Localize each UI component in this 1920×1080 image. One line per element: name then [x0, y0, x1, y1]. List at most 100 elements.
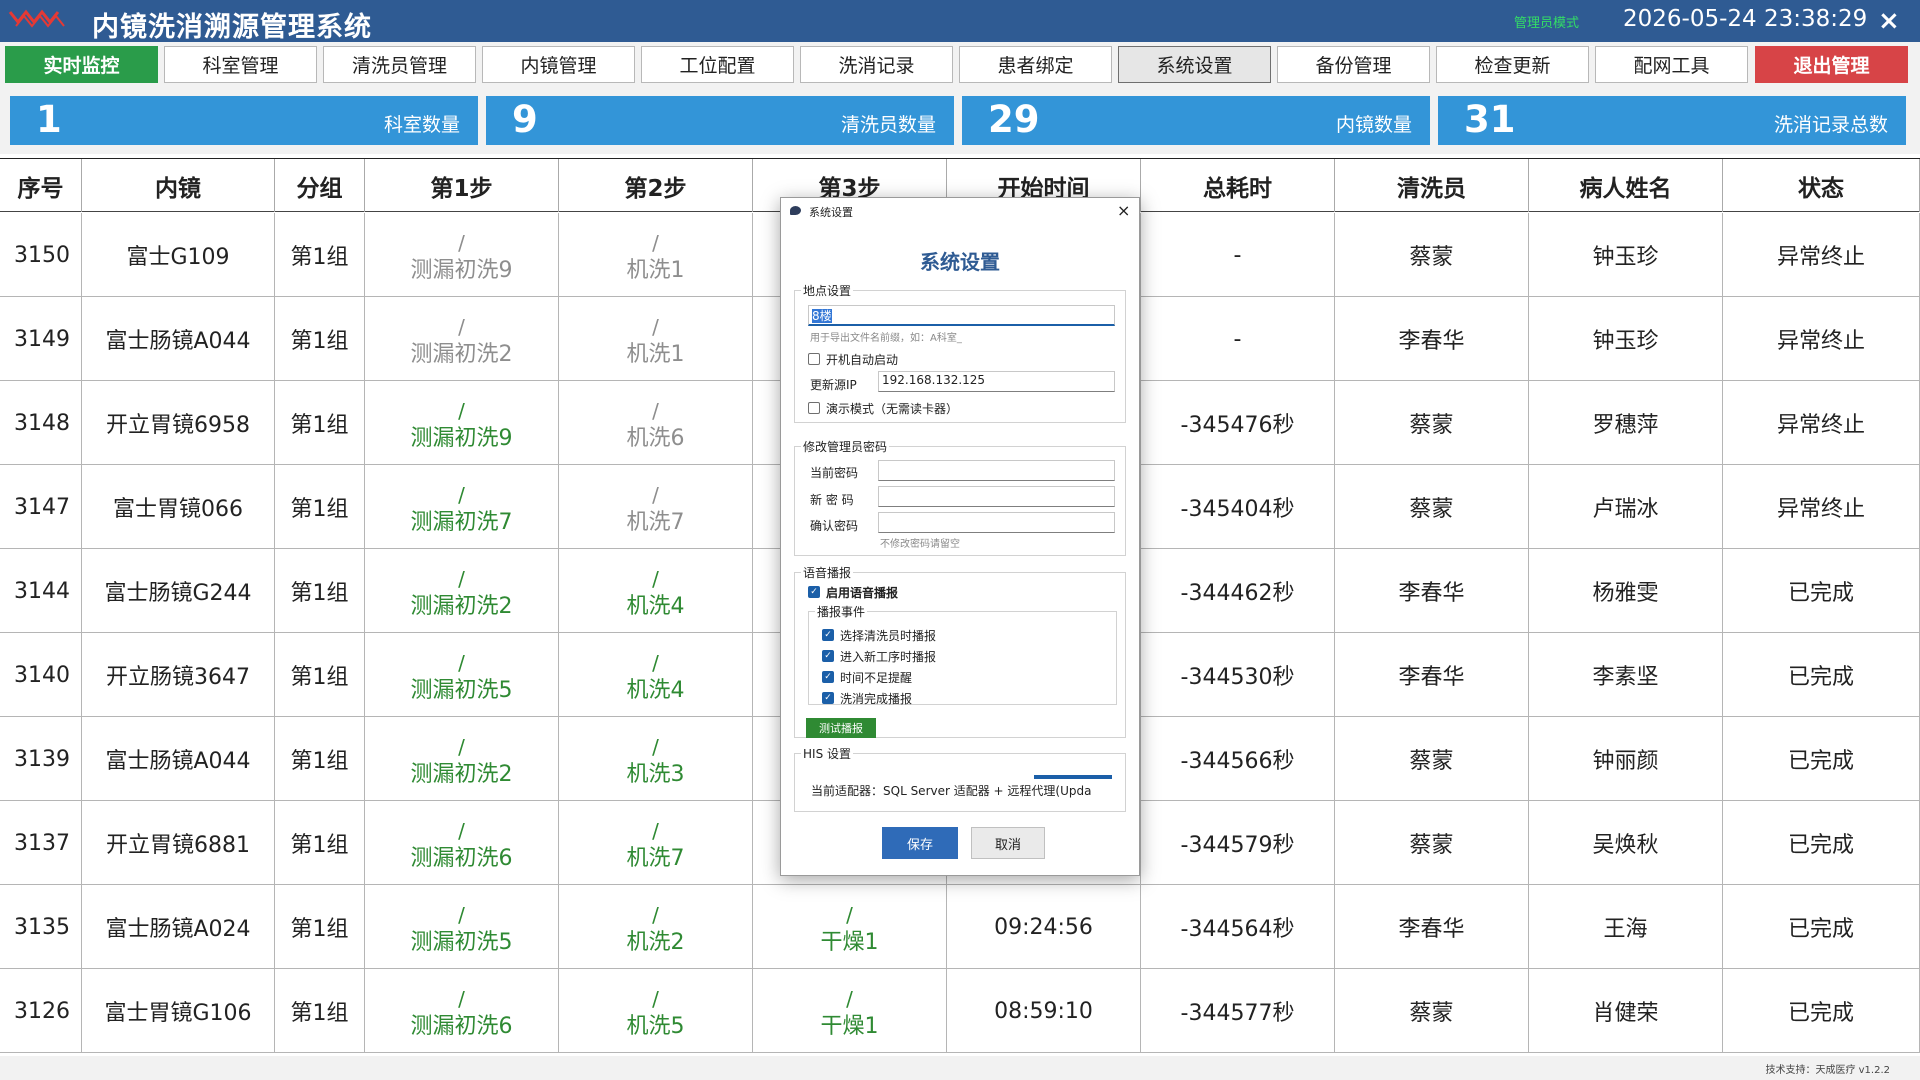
- new-password-label: 新 密 码: [810, 493, 854, 507]
- cell-patient: 吴焕秋: [1529, 801, 1723, 885]
- event-washer-select-checkbox[interactable]: ✓: [822, 629, 834, 641]
- location-input[interactable]: 8楼: [808, 305, 1115, 326]
- clock: 2026-05-24 23:38:29: [1623, 6, 1868, 32]
- step-name: 测漏初洗9: [410, 426, 513, 451]
- current-password-input[interactable]: [878, 460, 1115, 481]
- save-button[interactable]: 保存: [882, 827, 958, 859]
- cell-washer: 蔡蒙: [1335, 465, 1529, 549]
- step-separator: /: [458, 567, 465, 591]
- cell-duration: -344462秒: [1141, 549, 1335, 633]
- step-separator: /: [652, 399, 659, 423]
- cell-group: 第1组: [275, 969, 365, 1053]
- nav-department-management[interactable]: 科室管理: [164, 46, 317, 83]
- step-separator: /: [652, 231, 659, 255]
- demo-mode-checkbox[interactable]: [808, 402, 820, 414]
- cell-patient: 王海: [1529, 885, 1723, 969]
- test-broadcast-button[interactable]: 测试播报: [806, 718, 876, 738]
- cell-duration: -344530秒: [1141, 633, 1335, 717]
- cell-status: 异常终止: [1723, 381, 1920, 465]
- cell-status: 已完成: [1723, 885, 1920, 969]
- autostart-checkbox[interactable]: [808, 353, 820, 365]
- step-separator: /: [652, 567, 659, 591]
- his-scroll-indicator[interactable]: [1034, 775, 1112, 779]
- step-separator: /: [846, 987, 853, 1011]
- step-name: 测漏初洗6: [410, 846, 513, 871]
- nav-endoscope-management[interactable]: 内镜管理: [482, 46, 635, 83]
- table-row[interactable]: 3135 富士肠镜A024 第1组 / 测漏初洗5 / 机洗2 / 干燥1 09:24:56 -34…: [0, 885, 1920, 969]
- step-name: 干燥1: [820, 1014, 879, 1039]
- nav-workstation-config[interactable]: 工位配置: [641, 46, 794, 83]
- cell-step-2: / 机洗5: [559, 969, 753, 1053]
- column-header: 状态: [1723, 159, 1920, 212]
- step-separator: /: [458, 399, 465, 423]
- step-separator: /: [458, 315, 465, 339]
- cell-status: 已完成: [1723, 549, 1920, 633]
- nav-network-tool[interactable]: 配网工具: [1595, 46, 1748, 83]
- cell-duration: -344566秒: [1141, 717, 1335, 801]
- cell-status: 已完成: [1723, 717, 1920, 801]
- step-separator: /: [458, 483, 465, 507]
- nav-exit-admin[interactable]: 退出管理: [1755, 46, 1908, 83]
- cell-duration: -: [1141, 213, 1335, 297]
- event-wash-complete-checkbox[interactable]: ✓: [822, 692, 834, 704]
- app-icon: [790, 206, 801, 215]
- cell-patient: 肖健荣: [1529, 969, 1723, 1053]
- main-nav: 实时监控 科室管理 清洗员管理 内镜管理 工位配置 洗消记录 患者绑定 系统设置…: [0, 42, 1920, 86]
- new-password-input[interactable]: [878, 486, 1115, 507]
- nav-backup-management[interactable]: 备份管理: [1277, 46, 1430, 83]
- confirm-password-input[interactable]: [878, 512, 1115, 533]
- table-row[interactable]: 3126 富士胃镜G106 第1组 / 测漏初洗6 / 机洗5 / 干燥1 08:59:10 -34…: [0, 969, 1920, 1053]
- step-name: 测漏初洗2: [410, 762, 513, 787]
- cell-duration: -344579秒: [1141, 801, 1335, 885]
- nav-check-update[interactable]: 检查更新: [1436, 46, 1589, 83]
- cell-group: 第1组: [275, 381, 365, 465]
- enable-voice-checkbox[interactable]: ✓: [808, 586, 820, 598]
- cell-patient: 卢瑞冰: [1529, 465, 1723, 549]
- step-separator: /: [652, 315, 659, 339]
- enable-voice-label: 启用语音播报: [826, 586, 899, 600]
- stat-value: 31: [1464, 98, 1516, 141]
- step-separator: /: [652, 903, 659, 927]
- location-hint: 用于导出文件名前缀，如：A科室_: [810, 333, 962, 344]
- cell-step-2: / 机洗7: [559, 465, 753, 549]
- title-bar: 内镜洗消溯源管理系统 管理员模式 2026-05-24 23:38:29 ×: [0, 0, 1920, 43]
- event-time-short-checkbox[interactable]: ✓: [822, 671, 834, 683]
- stats-bar: 1 科室数量 9 清洗员数量 29 内镜数量 31 洗消记录总数: [0, 86, 1920, 154]
- cell-group: 第1组: [275, 801, 365, 885]
- step-name: 测漏初洗2: [410, 594, 513, 619]
- cell-patient: 钟丽颜: [1529, 717, 1723, 801]
- nav-system-settings[interactable]: 系统设置: [1118, 46, 1271, 83]
- cell-step-2: / 机洗2: [559, 885, 753, 969]
- cell-duration: -: [1141, 297, 1335, 381]
- cell-patient: 钟玉珍: [1529, 213, 1723, 297]
- step-separator: /: [846, 903, 853, 927]
- cell-step-1: / 测漏初洗6: [365, 969, 559, 1053]
- cell-id: 3137: [0, 801, 82, 885]
- step-separator: /: [458, 819, 465, 843]
- nav-realtime-monitor[interactable]: 实时监控: [5, 46, 158, 83]
- close-app-button[interactable]: ×: [1878, 6, 1900, 36]
- cell-endoscope: 富士肠镜A044: [82, 297, 275, 381]
- event-new-step-checkbox[interactable]: ✓: [822, 650, 834, 662]
- cell-endoscope: 开立肠镜3647: [82, 633, 275, 717]
- step-separator: /: [458, 903, 465, 927]
- update-ip-input[interactable]: 192.168.132.125: [878, 371, 1115, 392]
- dialog-close-button[interactable]: ×: [1117, 201, 1130, 220]
- nav-wash-records[interactable]: 洗消记录: [800, 46, 953, 83]
- nav-washer-management[interactable]: 清洗员管理: [323, 46, 476, 83]
- step-name: 机洗7: [626, 846, 685, 871]
- admin-mode-label: 管理员模式: [1514, 16, 1580, 31]
- cell-group: 第1组: [275, 633, 365, 717]
- cell-washer: 李春华: [1335, 885, 1529, 969]
- column-header: 内镜: [82, 159, 275, 212]
- cell-step-2: / 机洗7: [559, 801, 753, 885]
- column-header: 清洗员: [1335, 159, 1529, 212]
- cancel-button[interactable]: 取消: [971, 827, 1045, 859]
- cell-id: 3148: [0, 381, 82, 465]
- cell-id: 3144: [0, 549, 82, 633]
- confirm-password-label: 确认密码: [810, 519, 859, 533]
- cell-step-1: / 测漏初洗2: [365, 717, 559, 801]
- update-ip-label: 更新源IP: [810, 378, 857, 392]
- nav-patient-binding[interactable]: 患者绑定: [959, 46, 1112, 83]
- cell-id: 3149: [0, 297, 82, 381]
